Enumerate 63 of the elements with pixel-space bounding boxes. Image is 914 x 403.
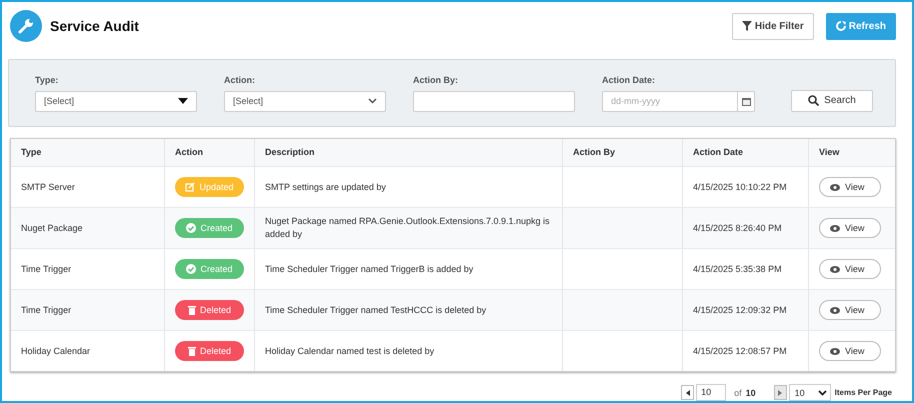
eye-icon bbox=[830, 266, 840, 272]
table-cell: 4/15/2025 12:09:32 PM bbox=[682, 290, 808, 330]
view-button[interactable]: View bbox=[819, 300, 881, 320]
view-button[interactable]: View bbox=[819, 218, 881, 238]
column-header: Action Date bbox=[682, 139, 808, 166]
chevron-down-icon bbox=[368, 98, 377, 104]
chevron-down-icon bbox=[818, 390, 827, 396]
column-header: Action bbox=[164, 139, 254, 166]
table-cell: Holiday Calendar named test is deleted by bbox=[254, 331, 562, 371]
column-header: Action By bbox=[562, 139, 682, 166]
view-button[interactable]: View bbox=[819, 259, 881, 279]
calendar-icon bbox=[742, 96, 750, 106]
column-header: Description bbox=[254, 139, 562, 166]
table-cell-text: SMTP Server bbox=[20, 180, 76, 194]
view-button[interactable]: View bbox=[819, 341, 881, 361]
page-number-field[interactable]: 10 bbox=[696, 384, 726, 401]
refresh-icon bbox=[836, 21, 846, 32]
action-badge: Deleted bbox=[175, 300, 244, 320]
column-header: Type bbox=[20, 146, 42, 159]
field-label: Action: bbox=[224, 74, 256, 87]
table-cell-text: Time Trigger bbox=[20, 304, 72, 317]
filter-icon bbox=[742, 21, 752, 32]
wrench-icon bbox=[10, 10, 42, 42]
check-circle-icon bbox=[186, 223, 196, 233]
action-badge: Deleted bbox=[175, 341, 244, 361]
left-triangle-icon bbox=[686, 390, 690, 396]
eye-icon bbox=[830, 224, 840, 232]
trash-icon bbox=[188, 305, 196, 315]
table-cell: 4/15/2025 12:08:57 PM bbox=[682, 331, 808, 371]
action-badge: Created bbox=[175, 259, 244, 279]
select-field[interactable]: [Select] bbox=[224, 90, 386, 112]
table-cell-text: Holiday Calendar bbox=[20, 344, 92, 358]
table-cell: Nuget Package named RPA.Genie.Outlook.Extensions.7.0.9.1.nupkg is added by bbox=[254, 208, 562, 248]
hide-filter-button[interactable]: Hide Filter bbox=[732, 12, 814, 40]
table-cell: 4/15/2025 8:26:40 PM bbox=[682, 208, 808, 248]
dropdown-arrow-icon bbox=[178, 98, 188, 104]
eye-icon bbox=[830, 348, 840, 354]
previous-page-button[interactable] bbox=[681, 385, 694, 400]
field-label: Action Date: bbox=[602, 74, 656, 87]
eye-icon bbox=[830, 306, 840, 314]
table-cell-text: Nuget Package bbox=[20, 222, 84, 235]
field-label: Type: bbox=[35, 74, 60, 87]
action-badge: Updated bbox=[175, 177, 244, 197]
action-badge: Created bbox=[175, 218, 244, 238]
column-header: View bbox=[808, 139, 895, 166]
right-triangle-icon bbox=[778, 390, 782, 396]
page-total: 10 bbox=[746, 388, 756, 398]
edit-icon bbox=[185, 182, 196, 192]
input-field[interactable] bbox=[413, 90, 575, 112]
trash-icon bbox=[188, 346, 196, 356]
search-button[interactable]: Search bbox=[791, 90, 873, 112]
table-cell: Time Scheduler Trigger named TestHCCC is deleted by bbox=[254, 290, 562, 330]
search-icon bbox=[808, 95, 820, 106]
view-button[interactable]: View bbox=[819, 177, 881, 197]
page-of-label: of bbox=[734, 388, 742, 398]
page-size-select[interactable]: 10 bbox=[788, 384, 831, 401]
items-per-page-label: Items Per Page bbox=[834, 388, 892, 397]
check-circle-icon bbox=[186, 264, 196, 274]
table-cell-text: Time Trigger bbox=[20, 262, 72, 276]
field-label: Action By: bbox=[413, 74, 459, 87]
eye-icon bbox=[830, 184, 840, 190]
select-field[interactable]: [Select] bbox=[35, 90, 197, 112]
page-title: Service Audit bbox=[50, 18, 139, 34]
